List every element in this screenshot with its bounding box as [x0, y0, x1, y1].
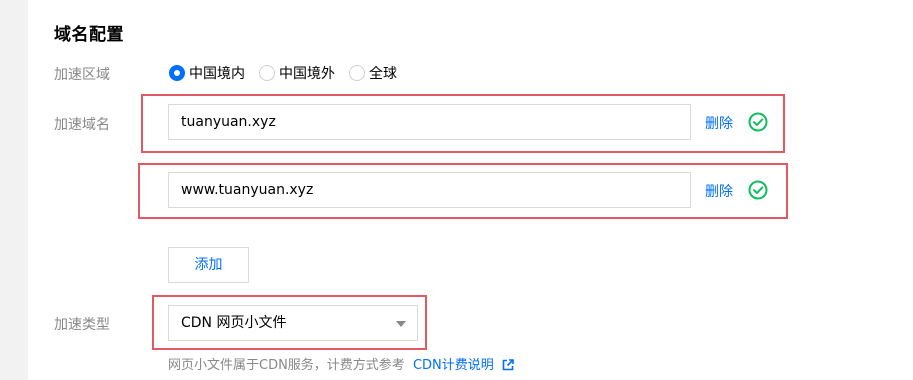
accel-type-select[interactable]: CDN 网页小文件: [168, 305, 418, 341]
delete-domain-1-link[interactable]: 删除: [705, 113, 733, 133]
radio-china-mainland[interactable]: 中国境内: [169, 63, 245, 83]
domain-label: 加速域名: [54, 117, 110, 133]
cdn-billing-link-label: CDN计费说明: [412, 358, 494, 373]
section-title: 域名配置: [54, 25, 124, 45]
cdn-billing-link[interactable]: CDN计费说明: [413, 358, 514, 373]
accel-type-label: 加速类型: [54, 317, 110, 333]
radio-dot: [259, 65, 275, 81]
check-circle-icon: [748, 180, 768, 200]
domain-input-1[interactable]: tuanyuan.xyz: [168, 104, 691, 140]
add-domain-button[interactable]: 添加: [168, 247, 249, 283]
radio-label: 中国境内: [189, 66, 245, 82]
region-label: 加速区域: [54, 67, 110, 83]
radio-label: 中国境外: [279, 66, 335, 82]
radio-label: 全球: [369, 66, 397, 82]
help-text: 网页小文件属于CDN服务，计费方式参考: [168, 358, 405, 373]
delete-domain-2-link[interactable]: 删除: [705, 181, 733, 201]
external-link-icon: [502, 359, 514, 371]
chevron-down-icon: [396, 321, 406, 327]
domain-input-2[interactable]: www.tuanyuan.xyz: [168, 172, 691, 208]
radio-dot-checked: [169, 65, 185, 81]
radio-dot: [349, 65, 365, 81]
accel-type-selected-value: CDN 网页小文件: [181, 315, 287, 331]
radio-global[interactable]: 全球: [349, 63, 397, 83]
accel-type-help: 网页小文件属于CDN服务，计费方式参考 CDN计费说明: [168, 354, 514, 373]
check-circle-icon: [748, 112, 768, 132]
radio-outside-china[interactable]: 中国境外: [259, 63, 335, 83]
region-radio-group: 中国境内 中国境外 全球: [169, 63, 411, 83]
